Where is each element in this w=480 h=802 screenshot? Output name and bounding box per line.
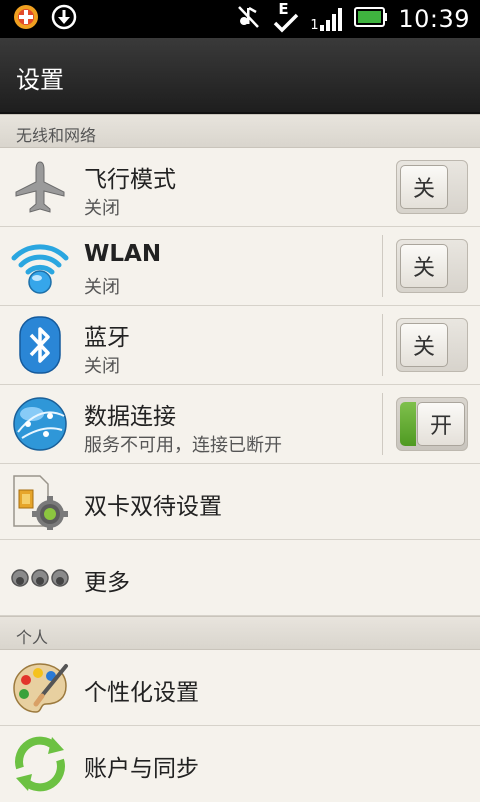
row-label: 飞行模式 bbox=[84, 167, 176, 193]
row-divider bbox=[382, 393, 383, 455]
row-label: 账户与同步 bbox=[84, 756, 199, 782]
section-title: 个人 bbox=[16, 628, 49, 647]
settings-row-airplane[interactable]: 飞行模式 关闭 关 bbox=[0, 148, 480, 227]
wifi-icon bbox=[10, 236, 70, 296]
settings-row-bluetooth[interactable]: 蓝牙 关闭 关 bbox=[0, 306, 480, 385]
row-sublabel: 关闭 bbox=[84, 277, 120, 298]
airplane-toggle[interactable]: 关 bbox=[396, 160, 468, 214]
signal-icon: 1 bbox=[310, 5, 344, 33]
bluetooth-icon bbox=[10, 315, 70, 375]
row-divider bbox=[382, 235, 383, 297]
sim-card-gear-icon bbox=[10, 472, 70, 532]
sync-arrows-icon bbox=[10, 734, 70, 794]
app-notification-icon[interactable] bbox=[12, 3, 40, 35]
toggle-knob: 关 bbox=[400, 165, 448, 209]
settings-row-accounts-sync[interactable]: 账户与同步 bbox=[0, 726, 480, 802]
settings-row-data-connection[interactable]: 数据连接 服务不可用，连接已断开 开 bbox=[0, 385, 480, 464]
section-title: 无线和网络 bbox=[16, 126, 97, 145]
more-dots-icon bbox=[10, 548, 70, 608]
toggle-knob: 开 bbox=[417, 402, 465, 446]
section-header-personal: 个人 bbox=[0, 616, 480, 650]
palette-icon bbox=[10, 658, 70, 718]
bluetooth-toggle[interactable]: 关 bbox=[396, 318, 468, 372]
page-title: 设置 bbox=[16, 66, 64, 94]
toggle-knob: 关 bbox=[400, 244, 448, 288]
settings-row-dual-sim[interactable]: 双卡双待设置 bbox=[0, 464, 480, 540]
settings-row-wlan[interactable]: WLAN 关闭 关 bbox=[0, 227, 480, 306]
settings-row-more[interactable]: 更多 bbox=[0, 540, 480, 616]
sync-check-icon: E bbox=[272, 0, 300, 34]
airplane-icon bbox=[10, 158, 70, 218]
wlan-toggle[interactable]: 关 bbox=[396, 239, 468, 293]
battery-icon bbox=[354, 6, 388, 32]
row-label: 个性化设置 bbox=[84, 680, 199, 706]
row-label: 蓝牙 bbox=[84, 325, 130, 351]
settings-row-personalize[interactable]: 个性化设置 bbox=[0, 650, 480, 726]
row-label: 数据连接 bbox=[84, 404, 176, 430]
status-time: 10:39 bbox=[398, 5, 470, 33]
row-sublabel: 关闭 bbox=[84, 356, 120, 377]
row-label: 双卡双待设置 bbox=[84, 494, 222, 520]
download-icon[interactable] bbox=[50, 3, 78, 35]
row-divider bbox=[382, 314, 383, 376]
toggle-on-indicator bbox=[400, 402, 416, 446]
row-sublabel: 关闭 bbox=[84, 198, 120, 219]
row-label: WLAN bbox=[84, 241, 162, 267]
title-bar: 设置 bbox=[0, 38, 480, 114]
status-bar: E 1 10:39 bbox=[0, 0, 480, 38]
mute-icon bbox=[236, 3, 262, 35]
globe-icon bbox=[10, 394, 70, 454]
section-header-wireless: 无线和网络 bbox=[0, 114, 480, 148]
data-connection-toggle[interactable]: 开 bbox=[396, 397, 468, 451]
row-label: 更多 bbox=[84, 570, 130, 596]
row-sublabel: 服务不可用，连接已断开 bbox=[84, 435, 282, 456]
toggle-knob: 关 bbox=[400, 323, 448, 367]
